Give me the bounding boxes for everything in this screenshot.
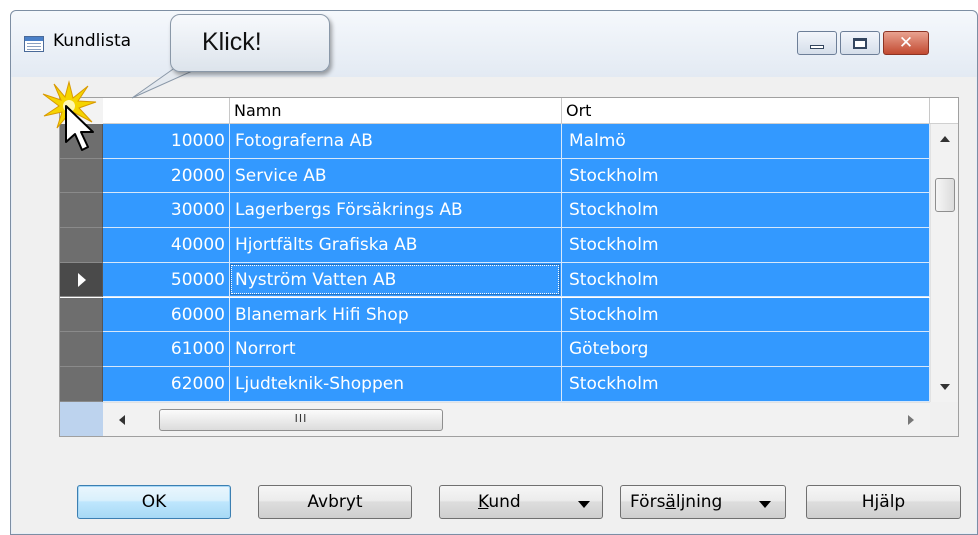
row-selector[interactable]	[60, 262, 103, 298]
row-selector[interactable]	[60, 297, 103, 333]
cell-name[interactable]: Fotograferna AB	[230, 124, 562, 159]
table-row[interactable]: 50000 Nyström Vatten AB Stockholm	[60, 262, 930, 298]
table-row[interactable]: 30000 Lagerbergs Försäkrings AB Stockholm	[60, 193, 930, 229]
cell-city[interactable]: Stockholm	[562, 262, 930, 298]
column-header-number[interactable]	[103, 98, 230, 124]
cell-city[interactable]: Stockholm	[562, 366, 930, 402]
click-callout: Klick!	[170, 14, 330, 72]
close-icon: ✕	[898, 32, 914, 53]
row-selector-footer	[60, 402, 103, 436]
scroll-up-icon[interactable]	[940, 136, 950, 142]
cell-name[interactable]: Nyström Vatten AB	[230, 262, 562, 298]
ok-button[interactable]: OK	[77, 485, 231, 519]
vertical-scroll-thumb[interactable]	[935, 178, 955, 212]
cell-number[interactable]: 40000	[103, 228, 230, 263]
mouse-cursor-icon	[65, 105, 94, 151]
vertical-scrollbar[interactable]	[930, 124, 958, 402]
cancel-button[interactable]: Avbryt	[258, 485, 412, 519]
cell-city[interactable]: Stockholm	[562, 158, 930, 194]
kund-button-label: Kund	[478, 492, 521, 512]
cell-number[interactable]: 50000	[103, 262, 230, 298]
sales-menu-button[interactable]: Försäljning	[620, 485, 786, 519]
horizontal-scroll-thumb[interactable]: III	[159, 409, 443, 431]
row-selector[interactable]	[60, 193, 103, 229]
callout-text: Klick!	[202, 28, 262, 56]
cell-name[interactable]: Blanemark Hifi Shop	[230, 297, 562, 333]
scroll-right-icon[interactable]	[908, 415, 914, 425]
current-row-arrow-icon	[78, 272, 86, 287]
cell-name[interactable]: Hjortfälts Grafiska AB	[230, 228, 562, 263]
scroll-left-icon[interactable]	[119, 415, 125, 425]
row-selector[interactable]	[60, 366, 103, 402]
window-title: Kundlista	[53, 31, 132, 51]
kund-menu-button[interactable]: Kund	[439, 485, 603, 519]
title-bar[interactable]: Kundlista ✕	[11, 11, 977, 77]
sales-button-label: Försäljning	[630, 492, 723, 512]
cell-name[interactable]: Ljudteknik-Shoppen	[230, 366, 562, 402]
cell-number[interactable]: 61000	[103, 332, 230, 367]
minimize-button[interactable]	[797, 31, 837, 55]
cell-number[interactable]: 20000	[103, 158, 230, 194]
cell-number[interactable]: 62000	[103, 366, 230, 402]
scrollbar-corner	[930, 402, 958, 436]
close-button[interactable]: ✕	[883, 31, 929, 55]
customer-grid: Namn Ort 10000 Fotograferna AB Malmö 20000 S…	[59, 97, 959, 437]
cell-name[interactable]: Lagerbergs Försäkrings AB	[230, 193, 562, 229]
cell-city[interactable]: Malmö	[562, 124, 930, 159]
row-selector[interactable]	[60, 158, 103, 194]
column-header-city[interactable]: Ort	[562, 98, 930, 124]
column-header-filler	[930, 98, 958, 124]
help-button[interactable]: Hjälp	[806, 485, 961, 519]
cell-city[interactable]: Stockholm	[562, 193, 930, 229]
column-header-name[interactable]: Namn	[230, 98, 562, 124]
cell-city[interactable]: Göteborg	[562, 332, 930, 367]
chevron-down-icon	[759, 501, 771, 508]
table-row[interactable]: 40000 Hjortfälts Grafiska AB Stockholm	[60, 228, 930, 263]
maximize-icon	[853, 37, 867, 49]
table-row[interactable]: 10000 Fotograferna AB Malmö	[60, 124, 930, 159]
cell-city[interactable]: Stockholm	[562, 228, 930, 263]
table-row[interactable]: 20000 Service AB Stockholm	[60, 158, 930, 194]
table-row[interactable]: 61000 Norrort Göteborg	[60, 332, 930, 367]
minimize-icon	[810, 45, 824, 49]
table-row[interactable]: 62000 Ljudteknik-Shoppen Stockholm	[60, 366, 930, 402]
list-window-icon	[24, 36, 44, 52]
maximize-button[interactable]	[840, 31, 880, 55]
cell-name[interactable]: Norrort	[230, 332, 562, 367]
cell-number[interactable]: 10000	[103, 124, 230, 159]
row-selector[interactable]	[60, 332, 103, 367]
horizontal-scrollbar[interactable]: III	[103, 402, 930, 436]
cell-number[interactable]: 30000	[103, 193, 230, 229]
scroll-down-icon[interactable]	[940, 384, 950, 390]
table-row[interactable]: 60000 Blanemark Hifi Shop Stockholm	[60, 297, 930, 333]
chevron-down-icon	[578, 501, 590, 508]
cell-number[interactable]: 60000	[103, 297, 230, 333]
row-selector[interactable]	[60, 228, 103, 263]
grid-rows: 10000 Fotograferna AB Malmö 20000 Service AB…	[60, 124, 930, 402]
kundlista-window: Kundlista ✕ Namn Ort 10000 Fotograferna A…	[10, 10, 978, 535]
cell-name[interactable]: Service AB	[230, 158, 562, 194]
cell-city[interactable]: Stockholm	[562, 297, 930, 333]
screenshot-stage: Kundlista ✕ Namn Ort 10000 Fotograferna A…	[0, 0, 978, 535]
